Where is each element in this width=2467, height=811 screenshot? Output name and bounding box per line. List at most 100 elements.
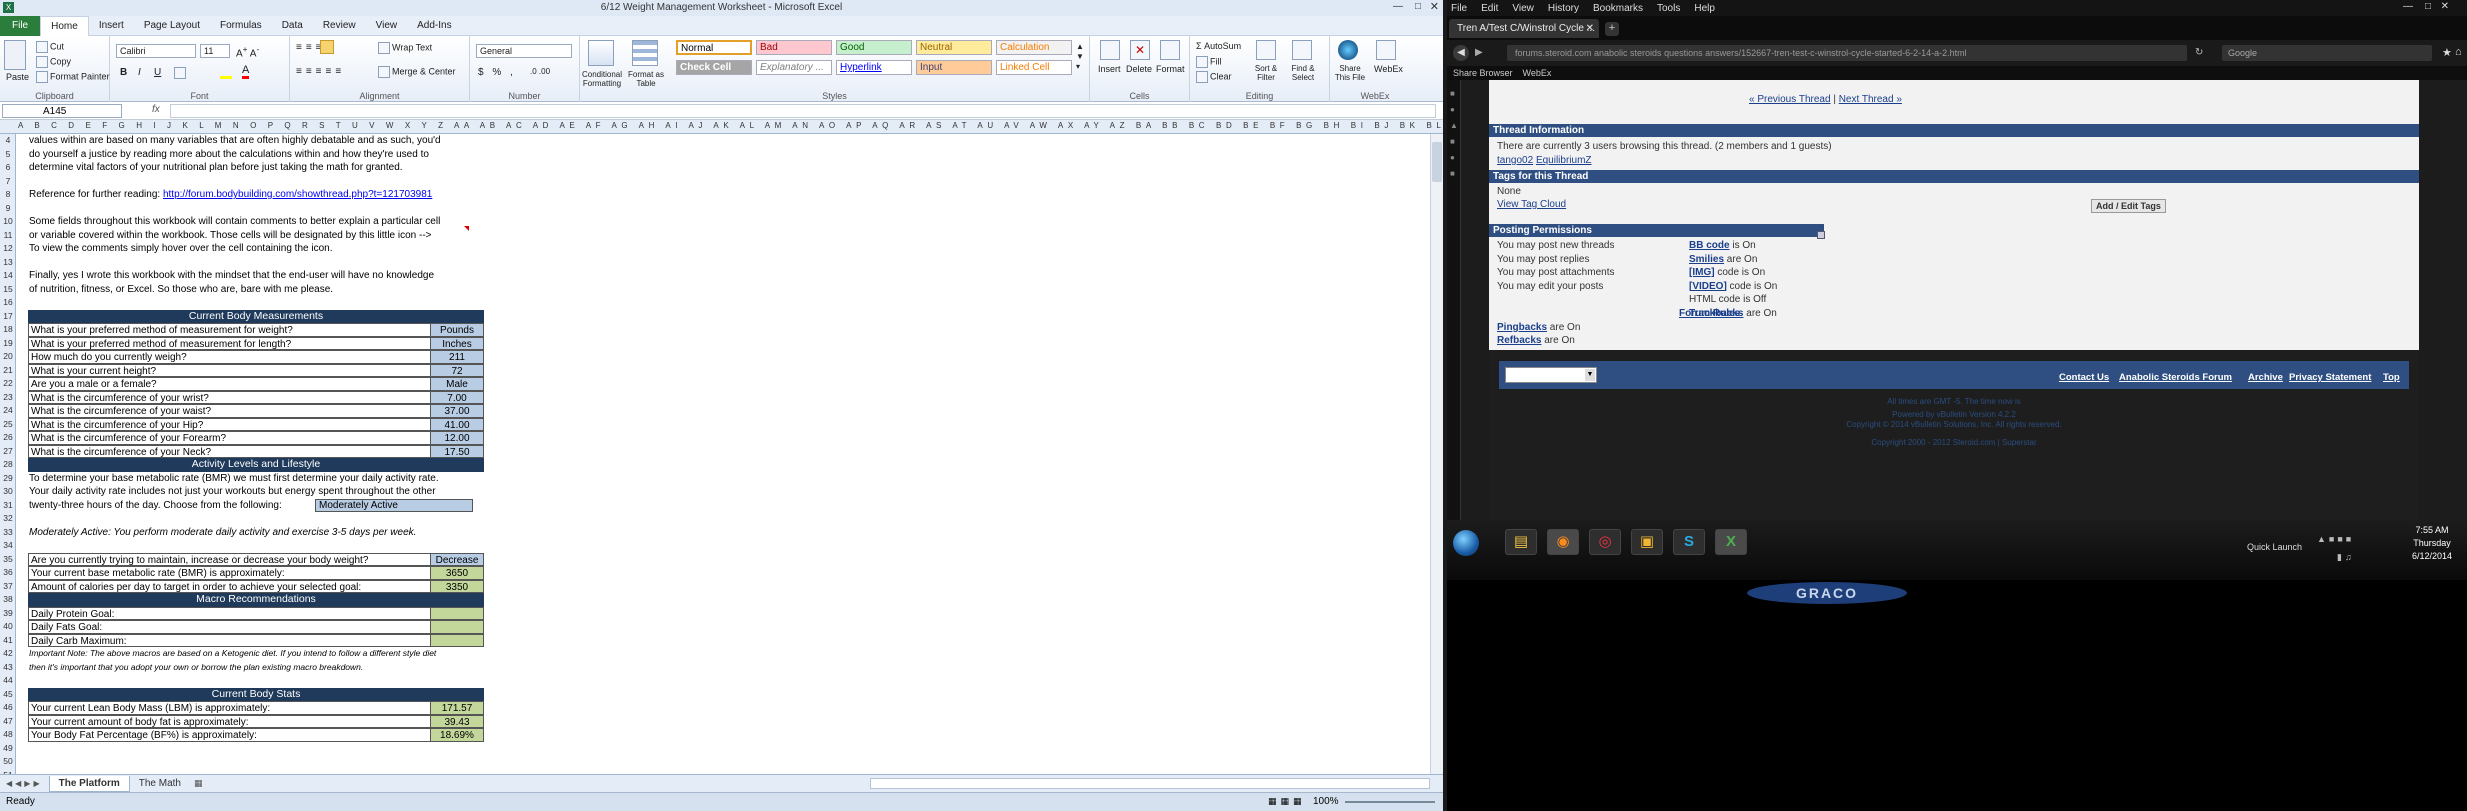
body-value-cell[interactable]: Inches — [430, 336, 484, 350]
row-number[interactable]: 25 — [0, 418, 16, 432]
previous-thread-link[interactable]: « Previous Thread — [1749, 94, 1831, 105]
styles-scroll-icon[interactable]: ▲ ▼ ▾ — [1076, 42, 1084, 72]
ff-maximize-icon[interactable]: □ — [2425, 1, 2431, 12]
home-icon[interactable]: ⌂ — [2455, 46, 2462, 58]
body-value-cell[interactable]: 211 — [430, 350, 484, 364]
row-number[interactable]: 41 — [0, 634, 16, 648]
zoom-slider[interactable] — [1345, 801, 1435, 803]
row-number[interactable]: 45 — [0, 688, 16, 702]
excel-taskbar-icon[interactable]: X — [1715, 529, 1747, 555]
permission-setting-link[interactable]: BB code — [1689, 240, 1730, 251]
paste-icon[interactable] — [4, 40, 26, 70]
quick-launch-label[interactable]: Quick Launch — [2247, 542, 2302, 552]
row-number[interactable]: 46 — [0, 701, 16, 715]
currency-percent-icons[interactable]: $ % , — [478, 67, 516, 78]
stats-value-cell[interactable]: 171.57 — [430, 701, 484, 715]
font-color-icon[interactable]: A — [242, 65, 250, 79]
forward-icon[interactable]: ▶ — [1475, 47, 1483, 58]
style-neutral[interactable]: Neutral — [916, 40, 992, 55]
row-number[interactable]: 50 — [0, 755, 16, 769]
style-calculation[interactable]: Calculation — [996, 40, 1072, 55]
goals-value-cell[interactable]: Decrease — [430, 552, 484, 566]
row-number[interactable]: 30 — [0, 485, 16, 499]
skype-taskbar-icon[interactable]: S — [1673, 529, 1705, 555]
style-input[interactable]: Input — [916, 60, 992, 75]
fill-button[interactable]: Fill — [1196, 56, 1222, 68]
start-button-icon[interactable] — [1453, 530, 1479, 556]
middle-align-icon[interactable] — [320, 40, 334, 54]
row-number[interactable]: 19 — [0, 337, 16, 351]
back-icon[interactable]: ◀ — [1453, 45, 1469, 61]
system-clock[interactable]: 7:55 AM Thursday 6/12/2014 — [2403, 524, 2461, 563]
goals-value-cell[interactable]: 3350 — [430, 579, 484, 593]
row-number[interactable]: 48 — [0, 728, 16, 742]
reference-link[interactable]: http://forum.bodybuilding.com/showthread… — [163, 189, 432, 200]
decimal-icons[interactable]: .0 .00 — [530, 67, 550, 76]
chrome-taskbar-icon[interactable]: ◎ — [1589, 529, 1621, 555]
row-number[interactable]: 39 — [0, 607, 16, 621]
format-as-table-button[interactable]: Format as Table — [626, 70, 666, 88]
paste-button[interactable]: Paste — [6, 72, 29, 82]
italic-icon[interactable]: I — [138, 67, 141, 78]
macros-value-cell[interactable] — [430, 620, 484, 634]
row-number[interactable]: 6 — [0, 161, 16, 175]
number-format-select[interactable]: General — [476, 44, 572, 58]
horizontal-scrollbar[interactable] — [870, 778, 1430, 789]
webex-icon[interactable] — [1376, 40, 1396, 60]
insert-cells-icon[interactable] — [1100, 40, 1120, 60]
tab-add-ins[interactable]: Add-Ins — [407, 16, 461, 36]
tab-formulas[interactable]: Formulas — [210, 16, 272, 36]
row-number[interactable]: 26 — [0, 431, 16, 445]
row-number[interactable]: 21 — [0, 364, 16, 378]
tab-data[interactable]: Data — [272, 16, 313, 36]
network-volume-icons[interactable]: ▮♫ — [2337, 552, 2355, 563]
minimize-icon[interactable]: — — [1393, 1, 1403, 12]
sort-filter-icon[interactable] — [1256, 40, 1276, 60]
firefox-taskbar-icon[interactable]: ◉ — [1547, 529, 1579, 555]
row-number[interactable]: 43 — [0, 661, 16, 675]
user-link-tango02[interactable]: tango02 — [1497, 155, 1533, 166]
tab-close-icon[interactable]: ✕ — [1586, 19, 1594, 38]
sheet-tab-platform[interactable]: The Platform — [48, 775, 130, 792]
vertical-scroll-thumb[interactable] — [1432, 142, 1442, 182]
copy-button[interactable]: Copy — [36, 56, 71, 68]
menu-file[interactable]: File — [1451, 3, 1467, 14]
permission-setting-link[interactable]: [VIDEO] — [1689, 281, 1727, 292]
row-number[interactable]: 38 — [0, 593, 16, 607]
border-icon[interactable] — [174, 67, 188, 79]
bookmark-share-browser[interactable]: Share Browser — [1453, 68, 1513, 78]
row-number[interactable]: 9 — [0, 202, 16, 216]
row-number[interactable]: 17 — [0, 310, 16, 324]
row-number[interactable]: 34 — [0, 539, 16, 553]
tab-view[interactable]: View — [366, 16, 408, 36]
stats-value-cell[interactable]: 18.69% — [430, 728, 484, 742]
format-painter-button[interactable]: Format Painter — [36, 71, 110, 83]
row-number[interactable]: 7 — [0, 175, 16, 189]
style-normal[interactable]: Normal — [676, 40, 752, 55]
ff-minimize-icon[interactable]: — — [2403, 1, 2413, 12]
footer-top[interactable]: Top — [2383, 372, 2400, 383]
delete-cells-icon[interactable]: ✕ — [1130, 40, 1150, 60]
url-bar[interactable]: forums.steroid.com anabolic steroids que… — [1507, 45, 2187, 61]
row-number[interactable]: 15 — [0, 283, 16, 297]
find-select-button[interactable]: Find & Select — [1286, 64, 1320, 82]
conditional-formatting-icon[interactable] — [588, 40, 614, 66]
grow-font-icon[interactable]: A+ A- — [236, 44, 259, 59]
zoom-level[interactable]: 100% — [1313, 796, 1339, 807]
row-number[interactable]: 29 — [0, 472, 16, 486]
row-number[interactable]: 18 — [0, 323, 16, 337]
add-edit-tags-button[interactable]: Add / Edit Tags — [2091, 199, 2166, 213]
row-number[interactable]: 11 — [0, 229, 16, 243]
style-bad[interactable]: Bad — [756, 40, 832, 55]
tab-file[interactable]: File — [0, 15, 41, 36]
menu-help[interactable]: Help — [1694, 3, 1715, 14]
row-number[interactable]: 13 — [0, 256, 16, 270]
refbacks-link[interactable]: Refbacks — [1497, 335, 1541, 346]
macros-value-cell[interactable] — [430, 606, 484, 620]
row-number[interactable]: 47 — [0, 715, 16, 729]
style-linked-cell[interactable]: Linked Cell — [996, 60, 1072, 75]
permission-setting-link[interactable]: Smilies — [1689, 254, 1724, 265]
formula-input[interactable] — [170, 104, 1436, 118]
binoculars-icon[interactable] — [1292, 40, 1312, 60]
pingbacks-link[interactable]: Pingbacks — [1497, 322, 1547, 333]
